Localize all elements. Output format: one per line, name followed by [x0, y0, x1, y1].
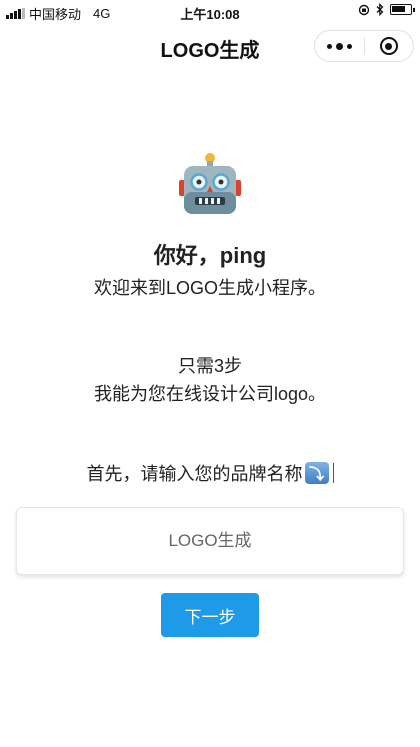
- brand-name-input[interactable]: [17, 508, 403, 574]
- orientation-lock-icon: [358, 4, 370, 15]
- prompt-text: 首先，请输入您的品牌名称: [86, 464, 303, 484]
- battery-icon: [390, 4, 415, 15]
- target-circle-icon: [379, 37, 398, 55]
- mini-program-page: 中国移动 4G 上午10:08 LOGO生成 你好，ping 欢迎来到LOGO生…: [0, 0, 420, 747]
- status-right: [358, 3, 415, 16]
- bluetooth-icon: [376, 3, 384, 16]
- greeting-text: 你好，ping: [153, 243, 267, 268]
- description-text: 我能为您在线设计公司logo。: [93, 384, 327, 404]
- navigation-bar: LOGO生成: [0, 24, 420, 68]
- status-time: 上午10:08: [180, 7, 240, 22]
- dot-icon: [336, 42, 343, 50]
- close-mini-program-button[interactable]: [365, 31, 413, 61]
- dot-icon: [327, 43, 332, 49]
- more-options-button[interactable]: [315, 31, 364, 61]
- brand-name-field[interactable]: [16, 507, 404, 575]
- prompt-line: 首先，请输入您的品牌名称 ⤵: [0, 460, 420, 486]
- menu-capsule: [314, 30, 414, 62]
- text-cursor: [332, 463, 334, 483]
- dot-icon: [347, 43, 352, 49]
- welcome-text: 欢迎来到LOGO生成小程序。: [93, 278, 326, 298]
- status-bar: 中国移动 4G 上午10:08: [0, 0, 420, 24]
- right-arrow-curving-down-icon: ⤵: [304, 462, 329, 484]
- steps-text: 只需3步: [177, 356, 242, 376]
- next-step-button[interactable]: 下一步: [161, 593, 259, 637]
- robot-face-icon: [179, 153, 241, 214]
